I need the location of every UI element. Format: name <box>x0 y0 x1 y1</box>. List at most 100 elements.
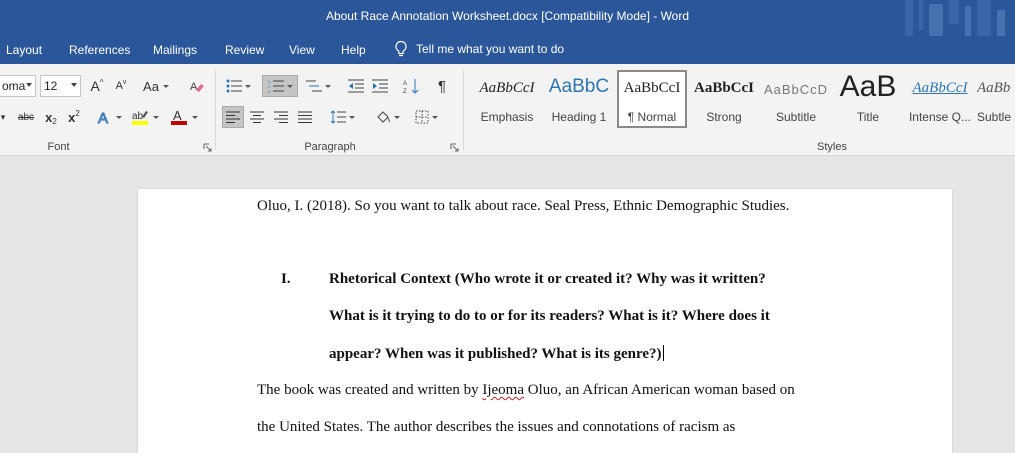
tab-help[interactable]: Help <box>341 43 366 57</box>
font-name-box[interactable]: oma <box>0 75 36 97</box>
title-bar-pattern <box>905 0 1005 36</box>
subscript-button[interactable]: x2 <box>40 106 62 128</box>
style-name: Subtle <box>977 110 1012 124</box>
style-sample: AaBbCcI <box>912 80 968 96</box>
numbering-button[interactable]: 1 2 3 <box>262 75 298 97</box>
font-name-value: oma <box>2 79 26 93</box>
group-separator <box>463 70 464 150</box>
heading-line-3-text: appear? When was it published? What is i… <box>329 346 662 362</box>
shrink-font-icon: A <box>115 80 123 92</box>
body-line-2: the United States. The author describes … <box>257 419 736 435</box>
body-line-1-end: Oluo, an African American woman based on <box>524 382 795 398</box>
align-left-button[interactable] <box>222 106 244 128</box>
increase-indent-icon <box>372 79 388 93</box>
line-spacing-icon <box>330 110 346 124</box>
heading-line-2: What is it trying to do to or for its re… <box>329 308 770 324</box>
style-name: Title <box>856 110 880 124</box>
bullets-button[interactable] <box>222 75 254 97</box>
text-effects-button[interactable]: A <box>94 106 124 128</box>
styles-group-label: Styles <box>817 141 847 153</box>
borders-button[interactable] <box>410 106 442 128</box>
ribbon-tabs: Layout References Mailings Review View H… <box>0 36 1015 64</box>
change-case-icon: Aa <box>143 78 159 94</box>
borders-icon <box>415 110 428 124</box>
bullet-list-icon <box>226 79 242 93</box>
document-page[interactable]: Oluo, I. (2018). So you want to talk abo… <box>138 189 952 453</box>
chevron-down-icon <box>71 83 77 87</box>
numbered-list-icon: 1 2 3 <box>268 79 284 93</box>
style-name: Subtitle <box>775 110 817 124</box>
align-center-icon <box>250 111 264 123</box>
justify-button[interactable] <box>294 106 316 128</box>
multilevel-list-button[interactable] <box>302 75 334 97</box>
svg-text:A: A <box>403 81 407 87</box>
misspelled-word[interactable]: Ijeoma <box>482 382 524 398</box>
tab-view[interactable]: View <box>289 43 315 57</box>
tab-review[interactable]: Review <box>225 43 264 57</box>
style-name: Intense Q... <box>908 110 972 124</box>
strikethrough-button[interactable]: abc <box>15 106 37 128</box>
sort-button[interactable]: AZ <box>400 75 422 97</box>
shrink-font-button[interactable]: Av <box>110 75 132 97</box>
tell-me-search[interactable]: Tell me what you want to do <box>394 40 564 58</box>
list-numeral: I. <box>281 271 291 287</box>
font-color-button[interactable]: A <box>168 106 200 128</box>
pilcrow-icon: ¶ <box>437 77 447 95</box>
style-heading-1[interactable]: AaBbC Heading 1 <box>544 70 614 128</box>
group-separator <box>215 70 216 150</box>
style-intense-quote[interactable]: AaBbCcI Intense Q... <box>905 70 975 128</box>
style-name: ¶ Normal <box>627 110 677 124</box>
subscript-icon: x <box>45 109 53 125</box>
svg-text:ab: ab <box>132 111 144 122</box>
window-title: About Race Annotation Worksheet.docx [Co… <box>325 9 690 23</box>
style-title[interactable]: AaB Title <box>833 70 903 128</box>
increase-indent-button[interactable] <box>369 75 391 97</box>
font-group-label: Font <box>47 141 70 153</box>
style-emphasis[interactable]: AaBbCcI Emphasis <box>472 70 542 128</box>
style-sample: AaBbCcD <box>763 82 829 97</box>
change-case-button[interactable]: Aa <box>141 75 171 97</box>
shading-button[interactable] <box>371 106 403 128</box>
svg-text:3: 3 <box>268 89 271 93</box>
font-color-icon: A <box>171 108 187 125</box>
style-sample: AaBbCcI <box>623 80 681 96</box>
style-name: Strong <box>706 110 742 124</box>
tell-me-label: Tell me what you want to do <box>416 42 565 56</box>
align-right-button[interactable] <box>270 106 292 128</box>
style-subtitle[interactable]: AaBbCcD Subtitle <box>761 70 831 128</box>
tab-mailings[interactable]: Mailings <box>153 43 197 57</box>
style-sample: AaBbC <box>548 76 610 97</box>
superscript-button[interactable]: x2 <box>63 106 85 128</box>
align-center-button[interactable] <box>246 106 268 128</box>
line-spacing-button[interactable] <box>326 106 358 128</box>
font-size-box[interactable]: 12 <box>40 75 81 97</box>
style-normal[interactable]: AaBbCcI ¶ Normal <box>617 70 687 128</box>
style-sample: AaBbCcI <box>693 80 754 96</box>
style-subtle[interactable]: AaBb Subtle <box>977 70 1015 128</box>
clear-formatting-button[interactable]: A <box>186 75 208 97</box>
sort-icon: AZ <box>403 79 419 94</box>
show-formatting-marks-button[interactable]: ¶ <box>431 75 453 97</box>
grow-font-button[interactable]: A ^ <box>86 75 108 97</box>
svg-text:Z: Z <box>403 89 407 94</box>
bold-button-partial[interactable]: ▾ <box>0 106 10 128</box>
highlight-color-button[interactable]: ab <box>130 106 160 128</box>
decrease-indent-button[interactable] <box>345 75 367 97</box>
grow-font-icon: A <box>90 78 100 94</box>
svg-text:A: A <box>190 81 198 93</box>
heading-line-3: appear? When was it published? What is i… <box>329 345 664 363</box>
text-cursor <box>662 345 664 361</box>
font-dialog-launcher-icon[interactable] <box>203 143 212 152</box>
tab-layout[interactable]: Layout <box>6 43 42 57</box>
superscript-icon: x <box>68 109 76 125</box>
paragraph-dialog-launcher-icon[interactable] <box>450 143 459 152</box>
chevron-down-icon <box>26 83 32 87</box>
highlighter-icon: ab <box>132 111 148 125</box>
eraser-icon: A <box>190 81 204 93</box>
tab-references[interactable]: References <box>69 43 130 57</box>
style-sample: AaBb <box>977 80 1011 96</box>
multilevel-list-icon <box>305 80 322 92</box>
style-sample: AaB <box>839 70 897 103</box>
style-strong[interactable]: AaBbCcI Strong <box>689 70 759 128</box>
align-right-icon <box>274 111 288 123</box>
